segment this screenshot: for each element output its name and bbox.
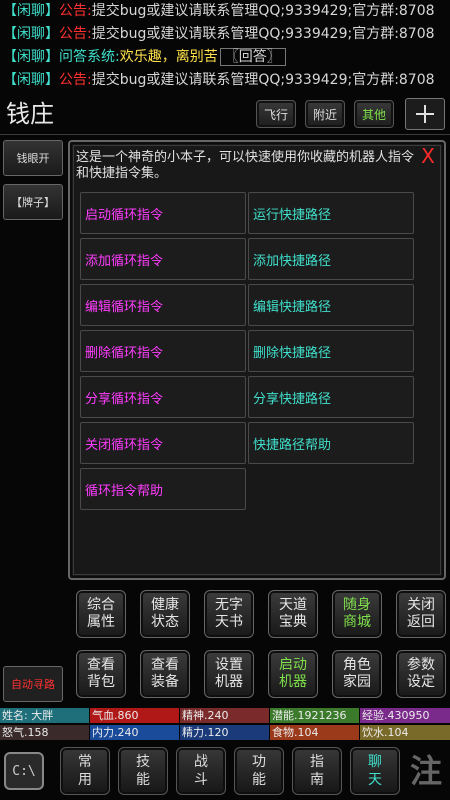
plus-icon xyxy=(416,105,434,123)
chat-channel: 【闲聊】 xyxy=(3,72,59,88)
delete-loop-button[interactable]: 删除循环指令 xyxy=(80,330,246,372)
close-return-button[interactable]: 关闭 返回 xyxy=(396,590,446,638)
auto-path-button[interactable]: 自动寻路 xyxy=(3,666,63,702)
stat-spirit: 精神.240 xyxy=(180,708,269,723)
add-path-button[interactable]: 添加快捷路径 xyxy=(248,238,414,280)
stat-rage: 怒气.158 xyxy=(0,725,89,740)
close-loop-button[interactable]: 关闭循环指令 xyxy=(80,422,246,464)
chat-log[interactable]: 【闲聊】公告:提交bug或建议请联系管理QQ;9339429;官方群:8708 … xyxy=(0,0,450,95)
heaven-codex-button[interactable]: 天道 宝典 xyxy=(268,590,318,638)
panel-description: 这是一个神奇的小本子，可以快速使用你收藏的机器人指令和快捷指令集。 xyxy=(76,150,415,181)
health-button[interactable]: 健康 状态 xyxy=(140,590,190,638)
notes-icon: 注 xyxy=(409,752,442,790)
nav-guide[interactable]: 指南 xyxy=(292,747,342,795)
chat-line: 【闲聊】问答系统:欢乐趣，离别苦 〖回答〗 xyxy=(0,46,450,69)
plus-button[interactable] xyxy=(405,98,445,130)
params-button[interactable]: 参数 设定 xyxy=(396,650,446,698)
header-divider xyxy=(0,134,450,135)
stat-neili: 内力.240 xyxy=(90,725,179,740)
home-button[interactable]: 角色 家园 xyxy=(332,650,382,698)
path-help-button[interactable]: 快捷路径帮助 xyxy=(248,422,414,464)
nav-common[interactable]: 常用 xyxy=(60,747,110,795)
chat-tag: 公告: xyxy=(59,26,92,42)
stat-water: 饮水.104 xyxy=(360,725,450,740)
chat-text: 提交bug或建议请联系管理QQ;9339429;官方群:8708 xyxy=(91,26,435,42)
nav-chat[interactable]: 聊天 xyxy=(350,747,400,795)
edit-path-button[interactable]: 编辑快捷路径 xyxy=(248,284,414,326)
stat-name: 姓名: 大胖 xyxy=(0,708,89,723)
close-icon[interactable]: X xyxy=(416,144,440,168)
stat-hp: 气血.860 xyxy=(90,708,179,723)
bot-settings-button[interactable]: 设置 机器 xyxy=(204,650,254,698)
chat-tag: 公告: xyxy=(59,3,92,19)
add-loop-button[interactable]: 添加循环指令 xyxy=(80,238,246,280)
notes-button[interactable]: 注 xyxy=(404,747,448,795)
location-title: 钱庄 xyxy=(6,100,54,128)
answer-link[interactable]: 〖回答〗 xyxy=(219,48,286,66)
chat-channel: 【闲聊】 xyxy=(3,26,59,42)
start-bot-button[interactable]: 启动 机器 xyxy=(268,650,318,698)
chat-line: 【闲聊】公告:提交bug或建议请联系管理QQ;9339429;官方群:8708 xyxy=(0,0,450,23)
sign-button[interactable]: 【牌子】 xyxy=(3,184,63,220)
stat-potential: 潜能.1921236 xyxy=(270,708,359,723)
chat-tag: 问答系统: xyxy=(59,49,120,65)
stat-exp: 经验.430950 xyxy=(360,708,450,723)
share-loop-button[interactable]: 分享循环指令 xyxy=(80,376,246,418)
nav-skills[interactable]: 技能 xyxy=(118,747,168,795)
start-loop-button[interactable]: 启动循环指令 xyxy=(80,192,246,234)
run-path-button[interactable]: 运行快捷路径 xyxy=(248,192,414,234)
shop-button[interactable]: 随身 商城 xyxy=(332,590,382,638)
equipment-button[interactable]: 查看 装备 xyxy=(140,650,190,698)
console-button[interactable]: C:\ xyxy=(2,747,46,795)
edit-loop-button[interactable]: 编辑循环指令 xyxy=(80,284,246,326)
attributes-button[interactable]: 综合 属性 xyxy=(76,590,126,638)
app-root: 【闲聊】公告:提交bug或建议请联系管理QQ;9339429;官方群:8708 … xyxy=(0,0,450,800)
chat-channel: 【闲聊】 xyxy=(3,3,59,19)
chat-text: 欢乐趣，离别苦 xyxy=(119,49,218,65)
fly-button[interactable]: 飞行 xyxy=(256,100,296,128)
chat-line: 【闲聊】公告:提交bug或建议请联系管理QQ;9339429;官方群:8708 xyxy=(0,69,450,92)
nearby-button[interactable]: 附近 xyxy=(305,100,345,128)
stat-energy: 精力.120 xyxy=(180,725,269,740)
chat-text: 提交bug或建议请联系管理QQ;9339429;官方群:8708 xyxy=(91,3,435,19)
nav-combat[interactable]: 战斗 xyxy=(176,747,226,795)
bank-npc-button[interactable]: 钱眼开 xyxy=(3,140,63,176)
nav-functions[interactable]: 功能 xyxy=(234,747,284,795)
inventory-button[interactable]: 查看 背包 xyxy=(76,650,126,698)
command-book-panel: 这是一个神奇的小本子，可以快速使用你收藏的机器人指令和快捷指令集。 X 启动循环… xyxy=(68,140,446,580)
terminal-icon: C:\ xyxy=(4,752,44,790)
other-button[interactable]: 其他 xyxy=(354,100,394,128)
delete-path-button[interactable]: 删除快捷路径 xyxy=(248,330,414,372)
chat-channel: 【闲聊】 xyxy=(3,49,59,65)
share-path-button[interactable]: 分享快捷路径 xyxy=(248,376,414,418)
wordless-book-button[interactable]: 无字 天书 xyxy=(204,590,254,638)
chat-tag: 公告: xyxy=(59,72,92,88)
chat-text: 提交bug或建议请联系管理QQ;9339429;官方群:8708 xyxy=(91,72,435,88)
stat-food: 食物.104 xyxy=(270,725,359,740)
chat-line: 【闲聊】公告:提交bug或建议请联系管理QQ;9339429;官方群:8708 xyxy=(0,23,450,46)
loop-help-button[interactable]: 循环指令帮助 xyxy=(80,468,246,510)
